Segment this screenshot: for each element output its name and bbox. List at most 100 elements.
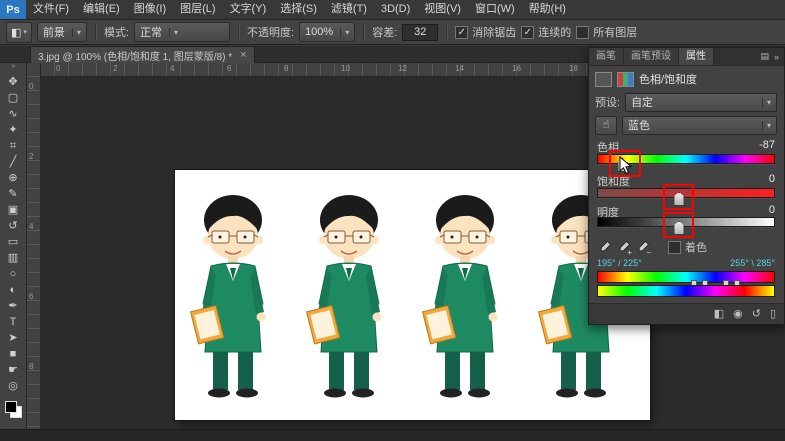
- move-tool[interactable]: ✥: [1, 74, 25, 90]
- crop-tool[interactable]: ⌗: [1, 138, 25, 154]
- ruler-number: 6: [227, 64, 231, 73]
- tab-brush-presets[interactable]: 画笔预设: [624, 48, 679, 65]
- panel-tab-bar: 画笔 画笔预设 属性 ▤ »: [589, 48, 784, 66]
- menu-filter[interactable]: 滤镜(T): [324, 0, 374, 19]
- close-icon[interactable]: ×: [240, 49, 246, 61]
- paint-bucket-tool-preset[interactable]: ◧ ▾: [6, 22, 32, 43]
- lightness-value[interactable]: 0: [769, 204, 775, 217]
- menu-image[interactable]: 图像(I): [127, 0, 173, 19]
- ruler-number: 4: [170, 64, 174, 73]
- clone-stamp-tool[interactable]: ▣: [1, 202, 25, 218]
- opacity-label: 不透明度:: [247, 24, 294, 40]
- divider: [363, 23, 364, 41]
- collapse-panel-icon[interactable]: »: [774, 52, 779, 62]
- eraser-tool[interactable]: ▭: [1, 234, 25, 250]
- mouse-cursor-icon: [619, 156, 632, 175]
- channel-value: 蓝色: [628, 117, 650, 133]
- chevron-down-icon: ▾: [169, 28, 178, 37]
- collapse-toolbar-icon[interactable]: »: [0, 63, 27, 70]
- eyedropper-icon[interactable]: [597, 240, 612, 255]
- adjustment-mask-icon[interactable]: [595, 72, 612, 87]
- paint-bucket-icon: ◧: [11, 26, 21, 39]
- menu-select[interactable]: 选择(S): [273, 0, 324, 19]
- status-bar: [0, 429, 785, 441]
- preset-dropdown[interactable]: 自定 ▾: [625, 93, 777, 112]
- menu-view[interactable]: 视图(V): [417, 0, 468, 19]
- brush-tool[interactable]: ✎: [1, 186, 25, 202]
- panel-title: 色相/饱和度: [639, 71, 697, 87]
- gradient-tool[interactable]: ▥: [1, 250, 25, 266]
- shape-tool[interactable]: ■: [1, 346, 25, 362]
- menu-layer[interactable]: 图层(L): [173, 0, 222, 19]
- visibility-eye-icon[interactable]: ◉: [733, 304, 743, 324]
- clip-to-layer-icon[interactable]: ◧: [714, 304, 724, 324]
- hand-tool[interactable]: ☛: [1, 362, 25, 378]
- menu-3d[interactable]: 3D(D): [374, 0, 417, 19]
- ruler-number: 14: [455, 64, 464, 73]
- hue-ramp-original: [597, 271, 775, 283]
- menu-file[interactable]: 文件(F): [26, 0, 76, 19]
- document-tab[interactable]: 3.jpg @ 100% (色相/饱和度 1, 图层蒙版/8) * ×: [30, 46, 255, 63]
- blur-tool[interactable]: ○: [1, 266, 25, 282]
- targeted-adjustment-tool[interactable]: ☝: [595, 116, 617, 135]
- eyedropper-tool[interactable]: ╱: [1, 154, 25, 170]
- colorize-checkbox[interactable]: [668, 241, 681, 254]
- healing-brush-tool[interactable]: ⊕: [1, 170, 25, 186]
- tab-properties[interactable]: 属性: [679, 48, 714, 65]
- path-selection-tool[interactable]: ➤: [1, 330, 25, 346]
- hue-saturation-adjustment-icon: [617, 72, 634, 87]
- mode-label: 模式:: [104, 24, 129, 40]
- opacity-value: 100%: [305, 26, 333, 38]
- panel-footer: ◧ ◉ ↺ ▯: [589, 303, 784, 324]
- annotation-saturation-handle-highlight: [663, 184, 694, 210]
- mode-dropdown[interactable]: 正常 ▾: [134, 22, 230, 42]
- anti-alias-checkbox[interactable]: ✓: [455, 26, 468, 39]
- chevron-down-icon: ▾: [762, 98, 771, 107]
- chevron-down-icon: ▾: [762, 121, 771, 130]
- menu-edit[interactable]: 编辑(E): [76, 0, 127, 19]
- eyedropper-minus-icon[interactable]: −: [635, 240, 650, 255]
- document-canvas[interactable]: [175, 170, 650, 420]
- options-bar: ◧ ▾ 前景 ▾ 模式: 正常 ▾ 不透明度: 100% ▾ 容差: 32 ✓ …: [0, 20, 785, 45]
- annotation-lightness-handle-highlight: [663, 212, 694, 238]
- tab-brush[interactable]: 画笔: [589, 48, 624, 65]
- tolerance-input[interactable]: 32: [402, 24, 438, 41]
- zoom-tool[interactable]: ◎: [1, 378, 25, 394]
- ruler-number: 12: [398, 64, 407, 73]
- type-tool[interactable]: T: [1, 314, 25, 330]
- saturation-value[interactable]: 0: [769, 173, 775, 186]
- foreground-color-swatch[interactable]: [5, 401, 17, 413]
- cartoon-characters-image: [175, 170, 650, 420]
- left-ruler: 0 2 4 6 8: [27, 76, 41, 430]
- all-layers-checkbox[interactable]: [576, 26, 589, 39]
- eyedropper-plus-icon[interactable]: +: [616, 240, 631, 255]
- contiguous-checkbox[interactable]: ✓: [521, 26, 534, 39]
- opacity-dropdown[interactable]: 100% ▾: [299, 22, 355, 42]
- delete-adjustment-icon[interactable]: ▯: [770, 304, 776, 324]
- menu-help[interactable]: 帮助(H): [522, 0, 573, 19]
- all-layers-label: 所有图层: [593, 24, 637, 40]
- photoshop-logo: Ps: [0, 0, 26, 19]
- hue-value[interactable]: -87: [759, 139, 775, 152]
- menu-type[interactable]: 文字(Y): [223, 0, 274, 19]
- preset-label: 预设:: [595, 94, 620, 110]
- color-swatches[interactable]: [5, 401, 22, 418]
- tolerance-label: 容差:: [372, 24, 397, 40]
- channel-dropdown[interactable]: 蓝色 ▾: [622, 116, 777, 135]
- reset-icon[interactable]: ↺: [752, 304, 761, 324]
- pen-tool[interactable]: ✒: [1, 298, 25, 314]
- panel-menu-icon[interactable]: ▤: [760, 51, 769, 62]
- dodge-tool[interactable]: ◐: [1, 282, 25, 298]
- ruler-number: 2: [29, 152, 33, 161]
- lasso-tool[interactable]: ∿: [1, 106, 25, 122]
- anti-alias-label: 消除锯齿: [472, 24, 516, 40]
- hue-ramp-adjusted: [597, 285, 775, 297]
- marquee-tool[interactable]: ▢: [1, 90, 25, 106]
- history-brush-tool[interactable]: ↺: [1, 218, 25, 234]
- ruler-number: 0: [56, 64, 60, 73]
- fill-source-dropdown[interactable]: 前景 ▾: [37, 22, 87, 42]
- chevron-down-icon: ▾: [23, 28, 27, 36]
- hue-range-left-value: 195° / 225°: [597, 258, 642, 269]
- menu-window[interactable]: 窗口(W): [468, 0, 522, 19]
- quick-selection-tool[interactable]: ✦: [1, 122, 25, 138]
